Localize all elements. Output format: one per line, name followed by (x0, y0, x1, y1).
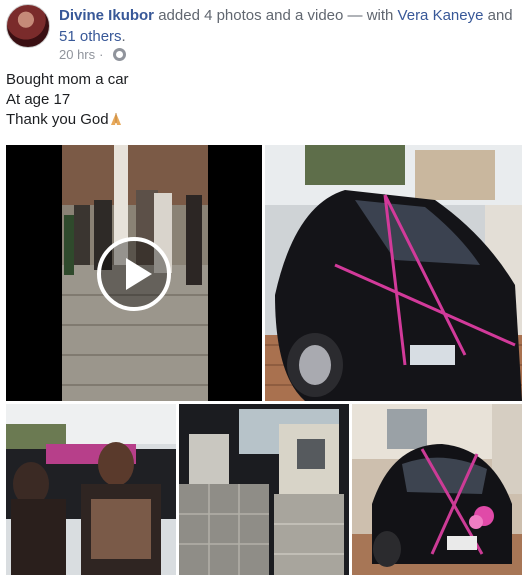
photo-car-front[interactable] (265, 145, 522, 401)
photo-image (6, 404, 176, 575)
photo-car-bow[interactable] (352, 404, 522, 575)
video-thumbnail[interactable] (6, 145, 262, 401)
globe-icon[interactable] (113, 48, 127, 61)
play-icon[interactable] (97, 237, 171, 311)
photo-image (179, 404, 349, 575)
period-text: . (121, 28, 126, 45)
post-line: Bought mom a car (6, 71, 129, 88)
tagged-user-link[interactable]: Vera Kaneye (398, 7, 484, 24)
photo-image (352, 404, 522, 575)
meta-separator: · (99, 47, 104, 62)
action-text: added 4 photos and a video — with (154, 7, 398, 24)
others-link[interactable]: 51 others (59, 28, 122, 45)
media-grid (6, 145, 522, 575)
joiner-text: and (483, 7, 513, 24)
facebook-post: Divine Ikubor added 4 photos and a video… (0, 0, 523, 576)
photo-interior[interactable] (179, 404, 349, 575)
post-line-last: Thank you God (6, 110, 129, 130)
photo-image (265, 145, 522, 401)
post-text: Bought mom a car At age 17 Thank you God (6, 70, 129, 130)
timestamp-link[interactable]: 20 hrs (59, 47, 95, 62)
praying-hands-icon (110, 113, 121, 125)
post-line: At age 17 (6, 91, 71, 108)
post-header: Divine Ikubor added 4 photos and a video… (6, 4, 518, 66)
photo-mom[interactable] (6, 404, 176, 575)
post-meta: 20 hrs · (59, 47, 127, 62)
author-avatar[interactable] (6, 4, 50, 48)
post-line-text: Thank you God (6, 111, 109, 128)
post-headline: Divine Ikubor added 4 photos and a video… (59, 5, 517, 47)
author-name-link[interactable]: Divine Ikubor (59, 7, 154, 24)
